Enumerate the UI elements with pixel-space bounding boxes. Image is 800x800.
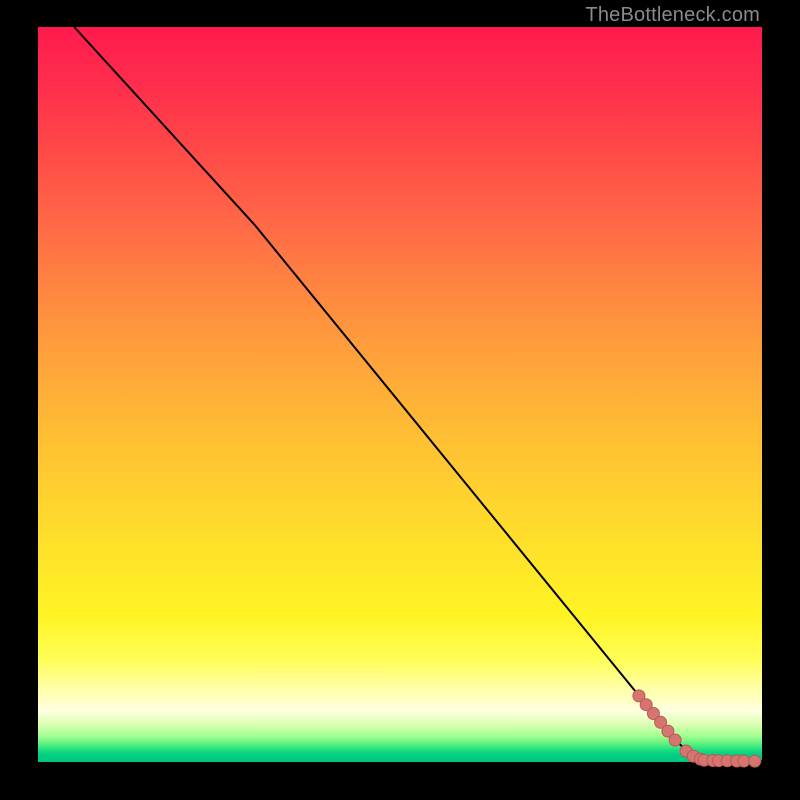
chart-overlay — [38, 27, 762, 762]
data-markers — [633, 690, 761, 767]
data-point — [738, 755, 750, 767]
data-point — [749, 755, 761, 767]
watermark-text: TheBottleneck.com — [585, 4, 760, 27]
chart-frame: TheBottleneck.com — [0, 0, 800, 800]
bottleneck-curve — [74, 27, 762, 761]
data-point — [669, 734, 681, 746]
